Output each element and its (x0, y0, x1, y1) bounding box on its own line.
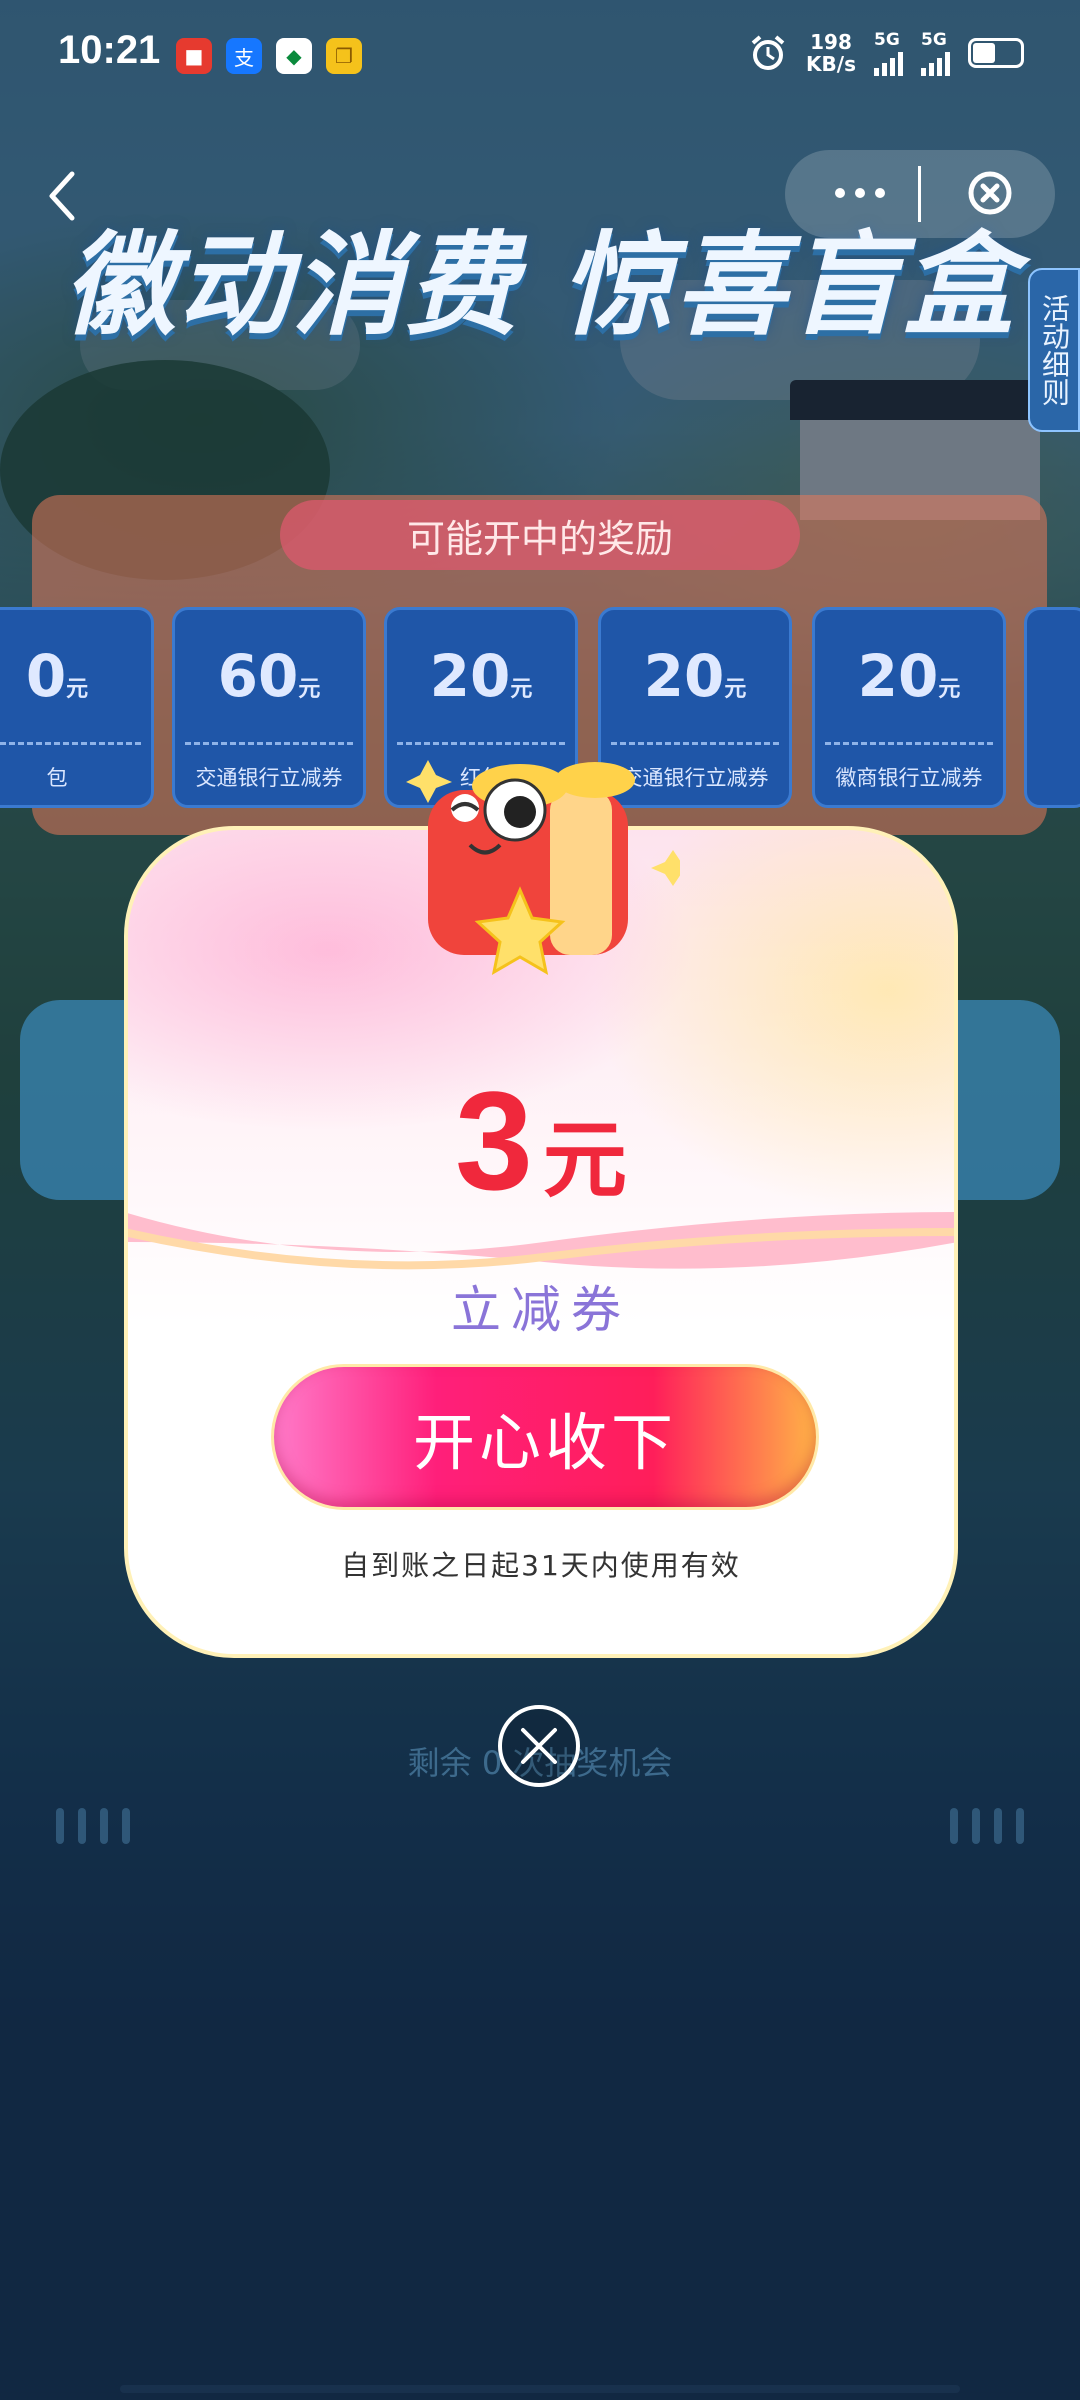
close-circle-icon[interactable] (965, 168, 1015, 218)
status-bar: 10:21 ■ 支 ◆ ❐ 198 KB/s 5G 5G (0, 0, 1080, 110)
coupon-label: 包 (46, 766, 68, 790)
coupon-amount: 0 (25, 642, 67, 710)
prize-type: 立减券 (451, 1281, 631, 1339)
network-speed: 198 KB/s (806, 30, 856, 76)
validity-text: 自到账之日起31天内使用有效 (341, 1549, 741, 1582)
coupon-amount: 20 (643, 642, 725, 710)
stripe-decoration (56, 1808, 130, 1844)
more-dots-icon[interactable] (825, 178, 895, 208)
jd-app-icon: ■ (176, 38, 212, 74)
alipay-icon: 支 (226, 38, 262, 74)
reward-coupon (1024, 607, 1080, 808)
bank-icon: ◆ (276, 38, 312, 74)
modal-close-icon[interactable] (496, 1703, 582, 1789)
coupon-unit: 元 (510, 677, 533, 702)
signal-sim1: 5G (874, 30, 903, 76)
coupon-amount: 60 (217, 642, 299, 710)
coupon-unit: 元 (298, 677, 321, 702)
coupon-label: 徽商银行立减券 (835, 766, 983, 790)
coupon-amount: 20 (429, 642, 511, 710)
coupon-unit: 元 (724, 677, 747, 702)
activity-rules-tab[interactable]: 活动细则 (1028, 268, 1080, 432)
gift-box-mascot-icon (406, 760, 680, 975)
coupon-unit: 元 (66, 677, 89, 702)
coupon-amount: 20 (857, 642, 939, 710)
mini-program-capsule (785, 150, 1055, 238)
signal-sim2: 5G (921, 30, 950, 76)
alarm-icon (751, 35, 785, 70)
reward-coupon: 60元 交通银行立减券 (172, 607, 366, 808)
back-arrow-icon[interactable] (40, 168, 88, 224)
status-time: 10:21 (58, 28, 161, 72)
reward-coupon: 20元 徽商银行立减券 (812, 607, 1006, 808)
rewards-panel-title: 可能开中的奖励 (280, 500, 800, 570)
prize-amount-value: 3 (455, 1062, 533, 1219)
prize-amount: 3元 (128, 1060, 954, 1222)
coupon-unit: 元 (938, 677, 961, 702)
notification-icons: ■ 支 ◆ ❐ (176, 38, 362, 74)
coupon-label: 交通银行立减券 (195, 766, 343, 790)
stripe-decoration (950, 1808, 1024, 1844)
reward-coupon: 0元 包 (0, 607, 154, 808)
accept-prize-button[interactable]: 开心收下 (271, 1364, 819, 1510)
prize-amount-unit: 元 (542, 1111, 627, 1209)
clone-icon: ❐ (326, 38, 362, 74)
battery-icon (968, 38, 1024, 68)
